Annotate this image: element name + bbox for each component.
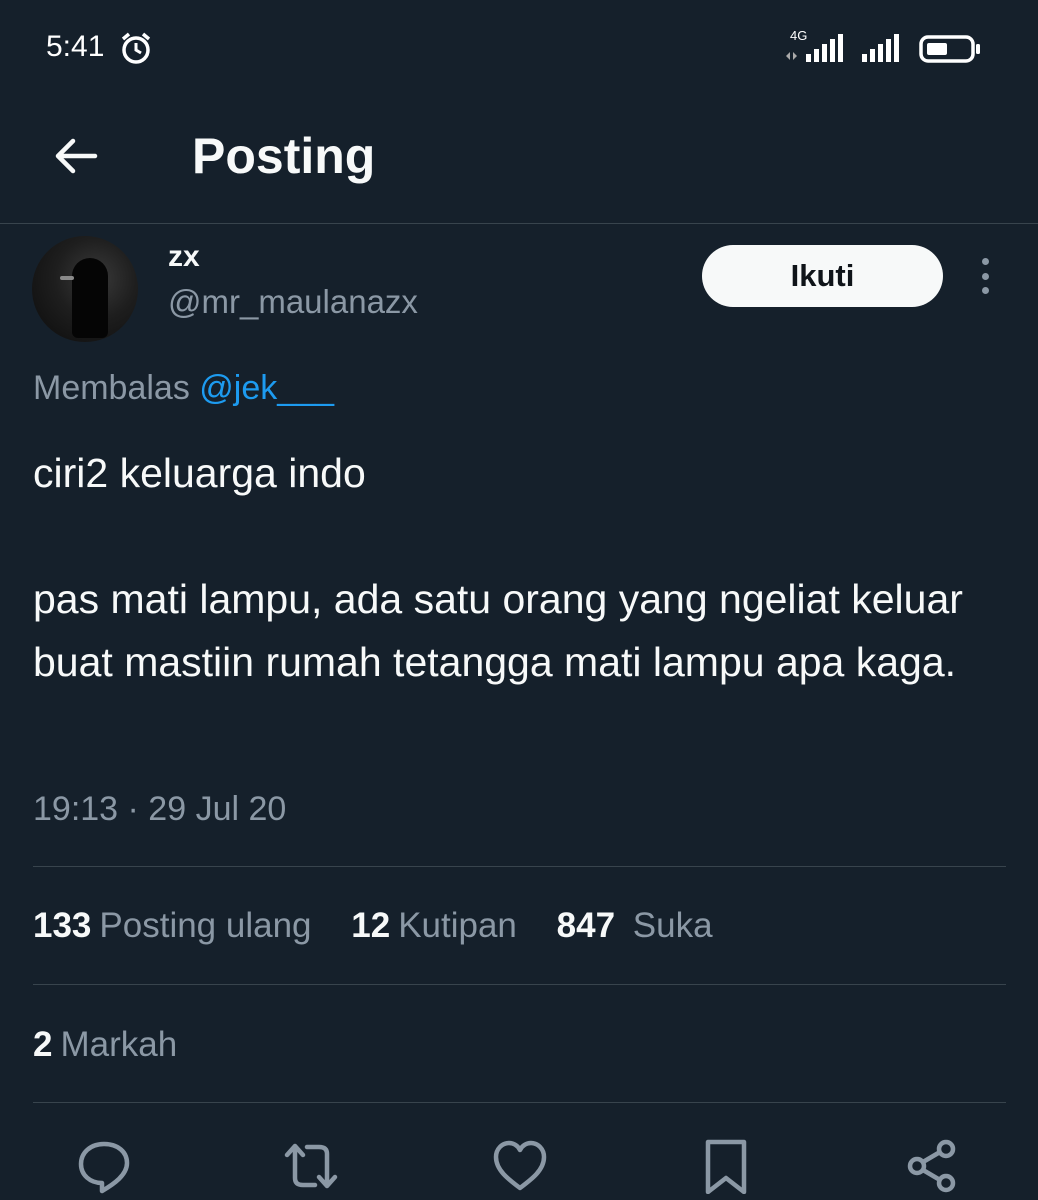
quotes-count: 12 (351, 906, 391, 945)
share-button[interactable] (904, 1138, 960, 1194)
bookmarks-count: 2 (33, 1025, 53, 1064)
share-icon (907, 1139, 956, 1193)
arrow-left-icon (55, 138, 98, 174)
repost-button[interactable] (283, 1138, 339, 1194)
reposts-stat[interactable]: 133 Posting ulang (33, 906, 312, 946)
quotes-stat[interactable]: 12 Kutipan (351, 906, 517, 946)
avatar-figure (72, 258, 108, 338)
replying-to: Membalas @jek___ (33, 369, 334, 408)
reposts-count: 133 (33, 906, 92, 945)
avatar[interactable] (32, 236, 138, 342)
reply-mention-link[interactable]: @jek___ (199, 369, 334, 407)
bookmarks-label: Markah (60, 1025, 178, 1064)
likes-stat[interactable]: 847 Suka (557, 906, 713, 946)
like-icon (493, 1140, 547, 1191)
back-button[interactable] (46, 126, 106, 186)
replying-to-label: Membalas (33, 369, 190, 407)
post-text: ciri2 keluarga indo pas mati lampu, ada … (33, 450, 963, 685)
author-display-name[interactable]: zx (168, 240, 200, 274)
post-timestamp[interactable]: 19:13 · 29 Jul 20 (33, 790, 286, 829)
status-bar: 5:41 4G (0, 0, 1038, 96)
bookmarks-stat[interactable]: 2 Markah (33, 1025, 177, 1065)
signal-icon (862, 34, 899, 62)
alarm-icon (121, 32, 151, 64)
more-vertical-icon-dot (981, 287, 989, 294)
divider (33, 984, 1006, 985)
page-title: Posting (192, 128, 376, 184)
avatar-detail (60, 276, 74, 280)
divider (33, 1102, 1006, 1103)
quotes-label: Kutipan (398, 906, 517, 945)
battery-icon (919, 35, 980, 63)
like-button[interactable] (492, 1138, 548, 1194)
divider (33, 866, 1006, 867)
repost-icon (284, 1143, 338, 1189)
bookmark-icon (705, 1139, 747, 1194)
top-app-bar: Posting (0, 96, 1038, 224)
more-vertical-icon-dot (981, 272, 989, 280)
signal-icon (786, 34, 843, 62)
reply-button[interactable] (76, 1138, 132, 1194)
bookmark-button[interactable] (698, 1138, 754, 1194)
likes-label: Suka (632, 906, 713, 945)
follow-button[interactable]: Ikuti (702, 245, 943, 307)
status-time: 5:41 (46, 30, 105, 63)
reposts-label: Posting ulang (99, 906, 312, 945)
more-vertical-icon (981, 258, 989, 265)
engagement-stats: 133 Posting ulang 12 Kutipan 847 Suka (33, 906, 743, 946)
more-options-button[interactable] (970, 256, 1000, 296)
author-handle[interactable]: @mr_maulanazx (168, 283, 418, 321)
reply-icon (78, 1141, 130, 1194)
likes-count: 847 (556, 906, 616, 945)
